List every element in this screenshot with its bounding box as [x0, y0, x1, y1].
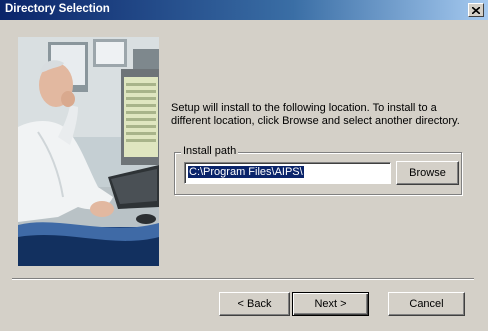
next-button[interactable]: Next > — [292, 292, 369, 316]
install-description: Setup will install to the following loca… — [171, 102, 460, 127]
close-button[interactable] — [468, 3, 484, 17]
cancel-button[interactable]: Cancel — [388, 292, 465, 316]
office-worker-illustration — [18, 37, 159, 266]
back-button[interactable]: < Back — [219, 292, 290, 316]
install-path-input[interactable]: C:\Program Files\AIPS\ — [184, 162, 391, 184]
title-bar: Directory Selection — [0, 0, 488, 20]
install-path-label: Install path — [181, 145, 239, 157]
footer-separator — [12, 278, 474, 280]
browse-button[interactable]: Browse — [396, 161, 459, 185]
side-banner-image — [18, 37, 159, 266]
window-title: Directory Selection — [5, 3, 110, 15]
close-icon — [472, 6, 480, 14]
install-path-value: C:\Program Files\AIPS\ — [188, 166, 304, 178]
